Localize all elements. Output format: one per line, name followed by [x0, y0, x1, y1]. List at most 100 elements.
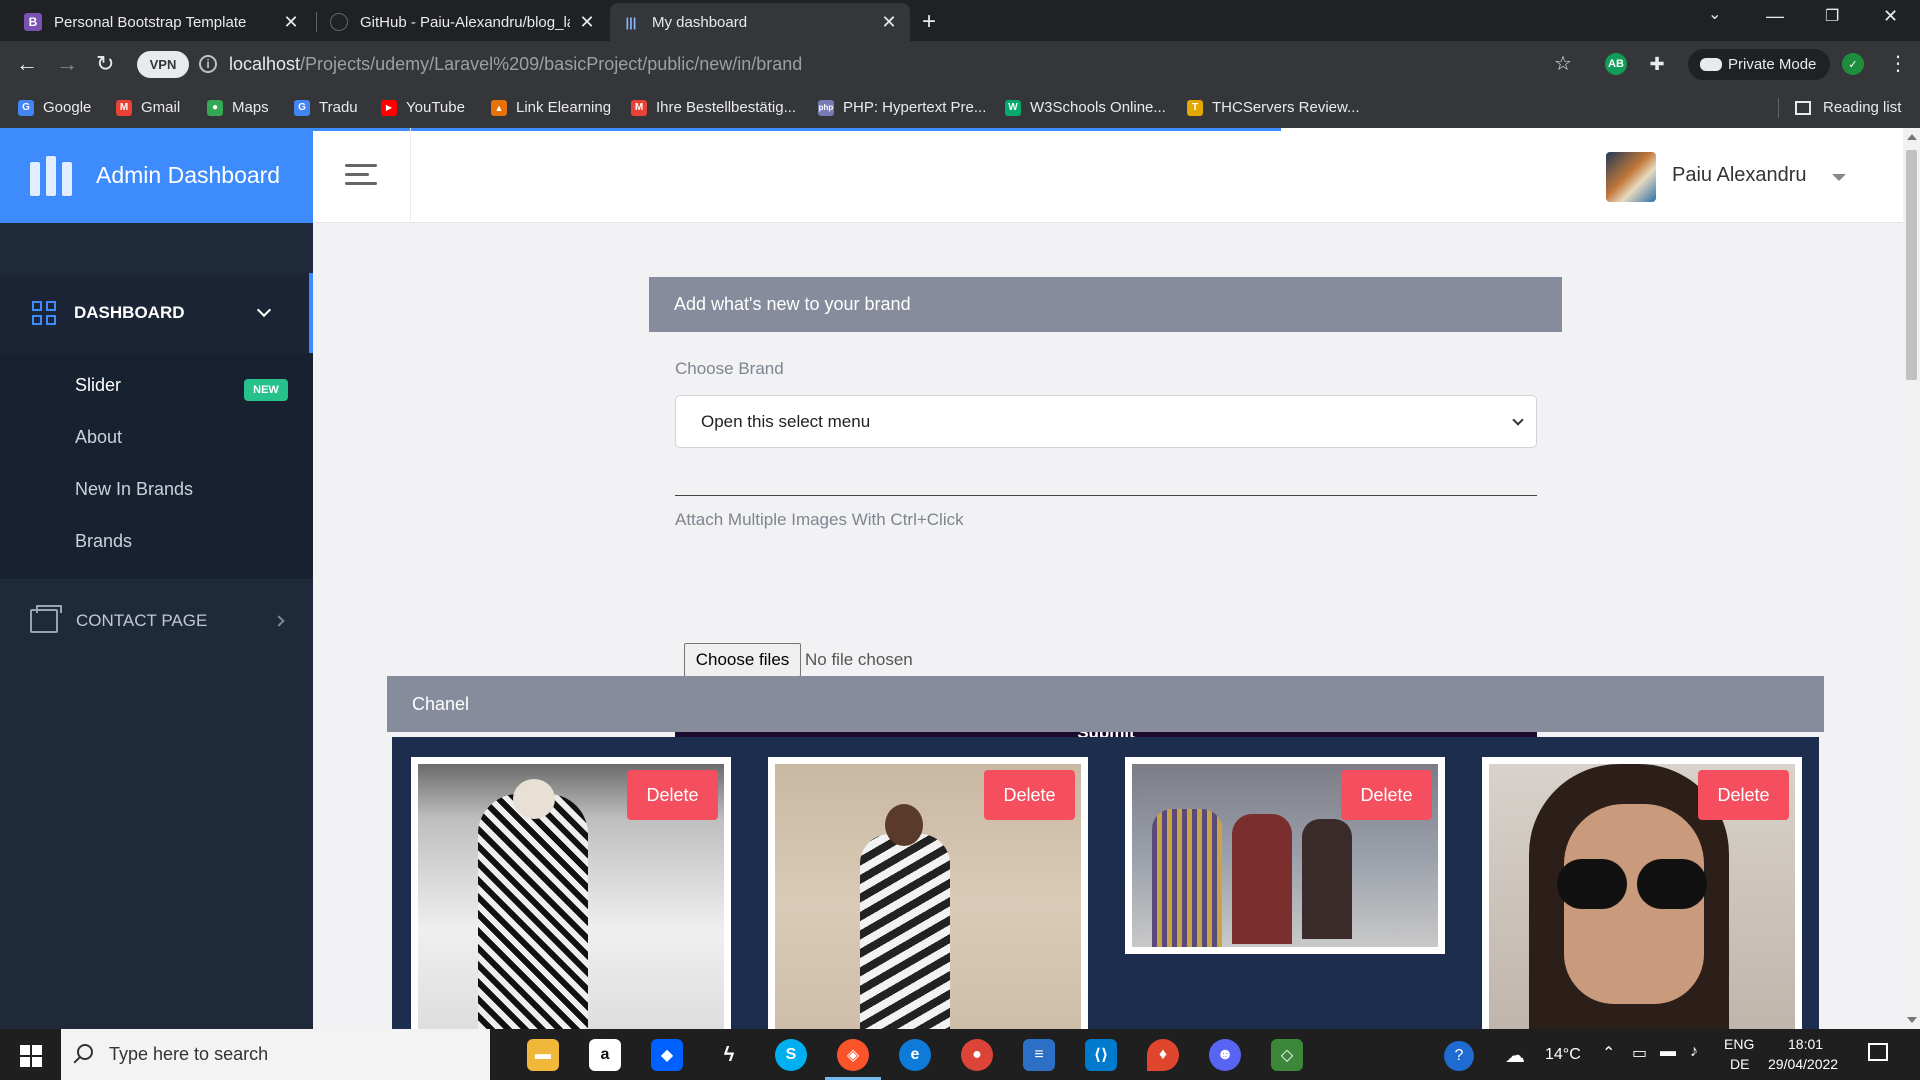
hamburger-menu-icon[interactable] [345, 164, 377, 191]
discord-icon[interactable]: ☻ [1209, 1039, 1241, 1071]
bootstrap-favicon-icon: B [24, 13, 42, 31]
back-icon[interactable]: ← [16, 51, 38, 77]
delete-button[interactable]: Delete [1341, 770, 1432, 820]
bookmark-w3schools[interactable]: W W3Schools Online... [1005, 99, 1166, 116]
file-status-text: No file chosen [805, 650, 913, 669]
new-tab-icon[interactable]: + [922, 8, 936, 36]
adblock-extension-icon[interactable]: AB [1605, 53, 1627, 75]
chevron-right-icon [273, 615, 285, 627]
chevron-up-icon[interactable]: ⌃ [1602, 1043, 1615, 1063]
git-app-icon[interactable]: ◇ [1271, 1039, 1303, 1071]
bookmark-tradu[interactable]: G Tradu [294, 99, 358, 116]
choose-files-button[interactable]: Choose files [684, 643, 801, 677]
chrome-icon[interactable]: ● [961, 1039, 993, 1071]
browser-tab-github[interactable]: GitHub - Paiu-Alexandru/blog_la ✕ [318, 3, 608, 41]
weather-temperature[interactable]: 14°C [1545, 1046, 1581, 1064]
new-in-brand-form: Add what's new to your brand Choose Bran… [649, 277, 1562, 758]
sidebar-item-brands[interactable]: Brands [75, 531, 132, 552]
bookmark-php[interactable]: php PHP: Hypertext Pre... [818, 99, 986, 116]
delete-button[interactable]: Delete [984, 770, 1075, 820]
brand-select-value: Open this select menu [701, 411, 871, 431]
scroll-up-icon[interactable] [1907, 134, 1917, 140]
search-icon [77, 1044, 93, 1060]
bookmark-label: Gmail [141, 99, 181, 116]
sidebar-item-new-in-brands[interactable]: New In Brands [75, 479, 193, 500]
sidebar-item-contact-page[interactable]: CONTACT PAGE [30, 604, 285, 638]
delete-button[interactable]: Delete [1698, 770, 1789, 820]
divider [675, 495, 1537, 496]
caret-down-icon[interactable] [1832, 174, 1846, 181]
private-mode-label: Private Mode [1728, 56, 1817, 73]
bookmark-thcservers[interactable]: T THCServers Review... [1187, 99, 1360, 116]
tab-search-icon[interactable]: ⌄ [1708, 4, 1721, 24]
delete-button[interactable]: Delete [627, 770, 718, 820]
volume-icon[interactable]: ♪ [1690, 1043, 1698, 1061]
bookmark-link-elearning[interactable]: ▲ Link Elearning [491, 99, 611, 116]
url-host: localhost [229, 54, 301, 74]
sidebar-brand[interactable]: Admin Dashboard [0, 128, 313, 223]
sidebar-item-slider[interactable]: Slider [75, 375, 121, 396]
language-top[interactable]: ENG [1724, 1036, 1754, 1052]
extensions-puzzle-icon[interactable]: ✚ [1646, 53, 1668, 75]
scroll-down-icon[interactable] [1907, 1017, 1917, 1023]
avatar[interactable] [1606, 152, 1656, 202]
brand-select[interactable]: Open this select menu [675, 395, 1537, 448]
security-check-icon[interactable]: ✓ [1842, 53, 1864, 75]
sidebar-item-label: DASHBOARD [74, 303, 185, 322]
lightning-app-icon[interactable]: ϟ [713, 1039, 745, 1071]
minimize-icon[interactable]: — [1766, 6, 1784, 27]
private-mode-indicator[interactable]: Private Mode [1688, 49, 1831, 80]
brave-browser-icon[interactable]: ◈ [837, 1039, 869, 1071]
image-card: Delete [768, 757, 1088, 1029]
weather-cloud-icon[interactable]: ☁ [1505, 1043, 1525, 1068]
dropbox-icon[interactable]: ◆ [651, 1039, 683, 1071]
vscode-icon[interactable]: ⟨⟩ [1085, 1039, 1117, 1071]
bookmark-bestellbestaetigung[interactable]: M Ihre Bestellbestätig... [631, 99, 796, 116]
display-icon[interactable]: ▭ [1632, 1043, 1647, 1063]
taskbar-search-input[interactable]: Type here to search [61, 1029, 490, 1080]
close-tab-icon[interactable]: ✕ [880, 12, 898, 33]
bookmark-google[interactable]: G Google [18, 99, 91, 116]
close-tab-icon[interactable]: ✕ [578, 12, 596, 33]
file-explorer-icon[interactable]: ▬ [527, 1039, 559, 1071]
scroll-thumb[interactable] [1906, 150, 1917, 380]
bookmark-star-icon[interactable]: ☆ [1554, 51, 1572, 76]
language-bottom[interactable]: DE [1730, 1056, 1749, 1072]
page-scrollbar[interactable] [1903, 128, 1920, 1029]
bookmark-maps[interactable]: ● Maps [207, 99, 269, 116]
document-app-icon[interactable]: ≡ [1023, 1039, 1055, 1071]
bookmark-label: Google [43, 99, 92, 116]
thcservers-icon: T [1187, 99, 1203, 116]
address-bar[interactable]: localhost/Projects/udemy/Laravel%209/bas… [229, 54, 802, 75]
bookmark-gmail[interactable]: M Gmail [116, 99, 180, 116]
page-viewport: Admin Dashboard DASHBOARD Slider About N… [0, 128, 1920, 1029]
close-window-icon[interactable]: ✕ [1883, 6, 1898, 27]
sidebar-item-dashboard[interactable]: DASHBOARD [0, 273, 313, 353]
reload-icon[interactable]: ↻ [96, 51, 114, 77]
user-name[interactable]: Paiu Alexandru [1672, 164, 1807, 187]
close-tab-icon[interactable]: ✕ [282, 12, 300, 33]
windows-start-icon[interactable] [20, 1045, 42, 1067]
clock-time[interactable]: 18:01 [1788, 1036, 1823, 1052]
browser-tab-dashboard[interactable]: ||| My dashboard ✕ [610, 3, 910, 41]
clock-date[interactable]: 29/04/2022 [1768, 1056, 1838, 1072]
forward-icon[interactable]: → [56, 51, 78, 77]
notifications-icon[interactable] [1868, 1043, 1888, 1061]
image-card: Delete [411, 757, 731, 1029]
browser-tab-bootstrap[interactable]: B Personal Bootstrap Template ✕ [12, 3, 312, 41]
battery-icon[interactable]: ▬ [1660, 1043, 1676, 1061]
restore-icon[interactable]: ❐ [1825, 6, 1839, 26]
edge-icon[interactable]: e [899, 1039, 931, 1071]
browser-menu-icon[interactable]: ⋮ [1888, 51, 1908, 76]
browser-tab-strip: B Personal Bootstrap Template ✕ GitHub -… [0, 0, 1920, 41]
fire-app-icon[interactable]: ♦ [1147, 1039, 1179, 1071]
sidebar-item-about[interactable]: About [75, 427, 122, 448]
skype-icon[interactable]: S [775, 1039, 807, 1071]
help-icon[interactable]: ? [1444, 1041, 1474, 1071]
vpn-badge[interactable]: VPN [137, 51, 189, 78]
site-info-icon[interactable]: i [199, 55, 217, 73]
form-title: Add what's new to your brand [649, 277, 1562, 332]
reading-list-button[interactable]: Reading list [1795, 99, 1901, 116]
amazon-icon[interactable]: a [589, 1039, 621, 1071]
bookmark-youtube[interactable]: ▶ YouTube [381, 99, 465, 116]
